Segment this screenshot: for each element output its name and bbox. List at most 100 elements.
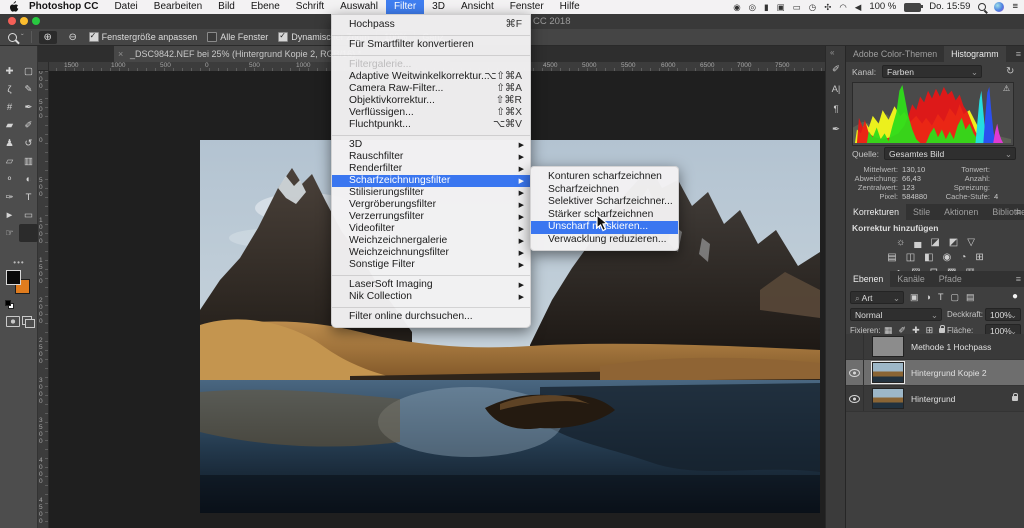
smudge-tool[interactable]: ⚬ bbox=[0, 170, 19, 188]
tab-adobe-color-themen[interactable]: Adobe Color-Themen bbox=[846, 46, 944, 62]
app-icon[interactable]: ▣ bbox=[777, 0, 785, 14]
quelle-select[interactable]: Gesamtes Bild ⌄ bbox=[884, 147, 1016, 160]
refresh-histogram-icon[interactable]: ↻ bbox=[1006, 66, 1014, 77]
panel-menu-icon[interactable]: ≡ bbox=[1016, 271, 1021, 287]
color-lookup-icon[interactable]: ⊞ bbox=[975, 252, 983, 263]
curves-icon[interactable]: ◪ bbox=[930, 237, 939, 248]
kanal-select[interactable]: Farben ⌄ bbox=[882, 65, 982, 78]
pen-tool[interactable]: ✑ bbox=[0, 188, 19, 206]
menu-item-3d[interactable]: 3D ▶ bbox=[332, 139, 530, 151]
fan-icon[interactable]: ✣ bbox=[824, 0, 831, 14]
vibrance-icon[interactable]: ▽ bbox=[967, 237, 975, 248]
eye-icon[interactable] bbox=[849, 394, 860, 403]
hue-saturation-icon[interactable]: ▤ bbox=[887, 252, 896, 263]
eraser-tool[interactable]: ▱ bbox=[0, 152, 19, 170]
path-select-tool[interactable]: ► bbox=[0, 206, 19, 224]
tab-aktionen[interactable]: Aktionen bbox=[937, 204, 985, 220]
menu-item-lasersoft-imaging[interactable]: LaserSoft Imaging ▶ bbox=[332, 279, 530, 291]
menu-item-stilisierungsfilter[interactable]: Stilisierungsfilter ▶ bbox=[332, 187, 530, 199]
apple-menu-icon[interactable] bbox=[10, 1, 19, 17]
screen-record-icon[interactable]: ◉ bbox=[733, 0, 740, 14]
minimize-window-button[interactable] bbox=[20, 17, 28, 25]
menu-item-weichzeichnergalerie[interactable]: Weichzeichnergalerie ▶ bbox=[332, 235, 530, 247]
menu-item-sonstige-filter[interactable]: Sonstige Filter ▶ bbox=[332, 259, 530, 271]
menu-item-scharfzeichnungsfilter[interactable]: Scharfzeichnungsfilter ▶ bbox=[332, 175, 530, 187]
checkbox-fenstergroesse-anpassen[interactable]: Fenstergröße anpassen bbox=[88, 31, 197, 42]
checkbox-box[interactable] bbox=[278, 31, 289, 42]
menu-fenster[interactable]: Fenster bbox=[502, 0, 552, 14]
tab-histogramm[interactable]: Histogramm bbox=[944, 46, 1006, 62]
layer-visibility-cell[interactable] bbox=[846, 360, 864, 385]
menu-3d[interactable]: 3D bbox=[424, 0, 453, 14]
gradient-tool[interactable]: ▥ bbox=[19, 152, 38, 170]
menubar-clock[interactable]: Do. 15:59 bbox=[929, 0, 970, 14]
vertical-ruler[interactable]: 1000 500 0 500 1000 1500 2000 2500 3000 3500 4000 4… bbox=[38, 71, 49, 528]
panel-menu-icon[interactable]: ≡ bbox=[1016, 46, 1021, 62]
menu-ansicht[interactable]: Ansicht bbox=[453, 0, 502, 14]
menu-item-filter-online-durchsuchen[interactable]: Filter online durchsuchen...▶ bbox=[332, 311, 530, 323]
history-brush-tool[interactable]: ↺ bbox=[19, 134, 38, 152]
tab-kanaele[interactable]: Kanäle bbox=[890, 271, 931, 287]
brightness-contrast-icon[interactable]: ☼ bbox=[896, 237, 905, 248]
menu-item[interactable]: ▶ bbox=[332, 303, 530, 311]
menu-bild[interactable]: Bild bbox=[210, 0, 243, 14]
lock-all-icon[interactable] bbox=[939, 325, 946, 333]
character-panel-icon[interactable]: A| bbox=[832, 84, 841, 95]
menu-item-objektivkorrektur[interactable]: Objektivkorrektur...⇧⌘R▶ bbox=[332, 95, 530, 107]
pixel-layer-filter-icon[interactable]: ▣ bbox=[910, 292, 919, 303]
menu-item-fuer-smartfilter-konvertieren[interactable]: Für Smartfilter konvertieren▶ bbox=[332, 39, 530, 51]
layer-thumbnail[interactable] bbox=[871, 361, 905, 384]
type-layer-filter-icon[interactable]: T bbox=[938, 292, 944, 303]
move-tool[interactable]: ✚ bbox=[0, 62, 19, 80]
levels-icon[interactable]: ▄ bbox=[914, 237, 921, 248]
shape-tool[interactable]: ▭ bbox=[19, 206, 38, 224]
layer-hintergrund-kopie-2[interactable]: Hintergrund Kopie 2 bbox=[846, 360, 1024, 386]
menu-schrift[interactable]: Schrift bbox=[288, 0, 332, 14]
layer-filter-toggle[interactable]: ● bbox=[1012, 291, 1018, 302]
type-tool[interactable]: T bbox=[19, 188, 38, 206]
layer-name[interactable]: Hintergrund Kopie 2 bbox=[911, 368, 987, 378]
marquee-tool[interactable]: ▢ bbox=[19, 62, 38, 80]
lasso-tool[interactable]: ζ bbox=[0, 80, 19, 98]
cached-data-warning-icon[interactable]: ⚠ bbox=[1003, 84, 1010, 93]
tab-korrekturen[interactable]: Korrekturen bbox=[846, 204, 906, 220]
checkbox-box[interactable] bbox=[88, 31, 99, 42]
menu-item-weichzeichnungsfilter[interactable]: Weichzeichnungsfilter ▶ bbox=[332, 247, 530, 259]
menu-hilfe[interactable]: Hilfe bbox=[552, 0, 588, 14]
paragraph-panel-icon[interactable]: ¶ bbox=[833, 104, 838, 115]
menu-datei[interactable]: Datei bbox=[106, 0, 145, 14]
close-tab-icon[interactable]: × bbox=[118, 46, 123, 62]
brush-tool[interactable]: ✐ bbox=[19, 116, 38, 134]
camera-icon[interactable]: ◎ bbox=[749, 0, 756, 14]
zoom-out-button[interactable]: ⊖ bbox=[64, 31, 82, 44]
menu-item-nik-collection[interactable]: Nik Collection ▶ bbox=[332, 291, 530, 303]
blend-mode-select[interactable]: Normal ⌄ bbox=[850, 308, 942, 321]
menu-item[interactable]: ▶ bbox=[332, 31, 530, 39]
bookmark-icon[interactable]: ▮ bbox=[764, 0, 769, 14]
menu-item-adaptive-weitwinkelkorrektur[interactable]: Adaptive Weitwinkelkorrektur...⌥⇧⌘A▶ bbox=[332, 71, 530, 83]
menu-item-camera-raw-filter[interactable]: Camera Raw-Filter...⇧⌘A▶ bbox=[332, 83, 530, 95]
layer-hintergrund[interactable]: Hintergrund bbox=[846, 386, 1024, 412]
layer-visibility-cell[interactable] bbox=[846, 386, 864, 411]
menu-item[interactable]: ▶ bbox=[332, 131, 530, 139]
display-icon[interactable]: ▭ bbox=[793, 0, 801, 14]
layer-name[interactable]: Hintergrund bbox=[911, 394, 955, 404]
spotlight-icon[interactable] bbox=[978, 3, 987, 11]
checkbox-alle-fenster[interactable]: Alle Fenster bbox=[207, 32, 268, 42]
layer-name[interactable]: Methode 1 Hochpass bbox=[911, 342, 991, 352]
color-balance-icon[interactable]: ◫ bbox=[906, 252, 915, 263]
hand-tool[interactable]: ☞ bbox=[0, 224, 19, 242]
menu-item-fluchtpunkt[interactable]: Fluchtpunkt...⌥⌘V▶ bbox=[332, 119, 530, 131]
menu-auswahl[interactable]: Auswahl bbox=[332, 0, 386, 14]
menu-item-verfluessigen[interactable]: Verflüssigen...⇧⌘X▶ bbox=[332, 107, 530, 119]
layer-methode-1-hochpass[interactable]: Methode 1 Hochpass bbox=[846, 334, 1024, 360]
menu-item-rauschfilter[interactable]: Rauschfilter ▶ bbox=[332, 151, 530, 163]
layer-thumbnail[interactable] bbox=[872, 336, 904, 357]
menu-item-vergroeberungsfilter[interactable]: Vergröberungsfilter ▶ bbox=[332, 199, 530, 211]
panel-menu-icon[interactable]: ≡ bbox=[1016, 204, 1021, 220]
edit-toolbar-icon[interactable]: ••• bbox=[0, 258, 38, 267]
menu-item-filtergalerie[interactable]: Filtergalerie...▶ bbox=[332, 59, 530, 71]
foreground-color-swatch[interactable] bbox=[6, 270, 21, 285]
properties-panel-icon[interactable]: ✒ bbox=[832, 124, 840, 135]
clone-stamp-tool[interactable]: ♟ bbox=[0, 134, 19, 152]
